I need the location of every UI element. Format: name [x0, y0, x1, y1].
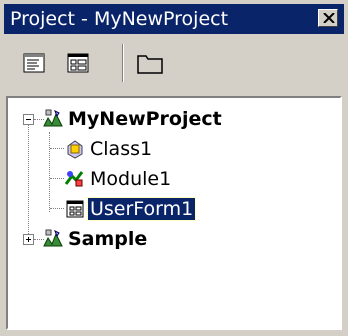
tree-node-myNewProject[interactable]: MyNewProject	[66, 108, 224, 130]
tree-connector	[50, 148, 64, 149]
tree-node-module1[interactable]: Module1	[88, 168, 173, 190]
tree-connector	[28, 120, 29, 240]
toggle-folders-icon	[137, 55, 163, 74]
toolbar-separator	[122, 44, 124, 82]
class-module-icon	[67, 140, 83, 159]
window-title: Project - MyNewProject	[10, 8, 229, 30]
title-bar[interactable]: Project - MyNewProject	[4, 4, 344, 34]
tree-connector	[50, 208, 64, 209]
project-tree[interactable]: MyNewProject Class1 Module1 UserForm1 Sa…	[6, 96, 342, 330]
collapse-toggle[interactable]	[23, 114, 34, 125]
close-button[interactable]	[318, 9, 338, 27]
view-object-icon	[67, 53, 89, 73]
project-explorer-window: Project - MyNewProject MyNewProject Clas…	[0, 0, 348, 336]
close-icon	[323, 13, 335, 23]
view-object-button[interactable]	[62, 48, 94, 78]
project-icon	[43, 109, 63, 127]
tree-connector	[49, 132, 50, 212]
tree-node-userform1[interactable]: UserForm1	[86, 197, 197, 221]
view-code-button[interactable]	[18, 48, 50, 78]
toolbar	[4, 38, 344, 88]
view-code-icon	[23, 53, 45, 73]
tree-node-class1[interactable]: Class1	[88, 138, 154, 160]
tree-node-sample[interactable]: Sample	[66, 228, 149, 250]
expand-toggle[interactable]	[23, 234, 34, 245]
userform-icon	[66, 200, 84, 218]
tree-connector	[50, 178, 64, 179]
project-icon	[43, 229, 63, 247]
toggle-folders-button[interactable]	[134, 48, 166, 78]
module-icon	[64, 171, 84, 187]
